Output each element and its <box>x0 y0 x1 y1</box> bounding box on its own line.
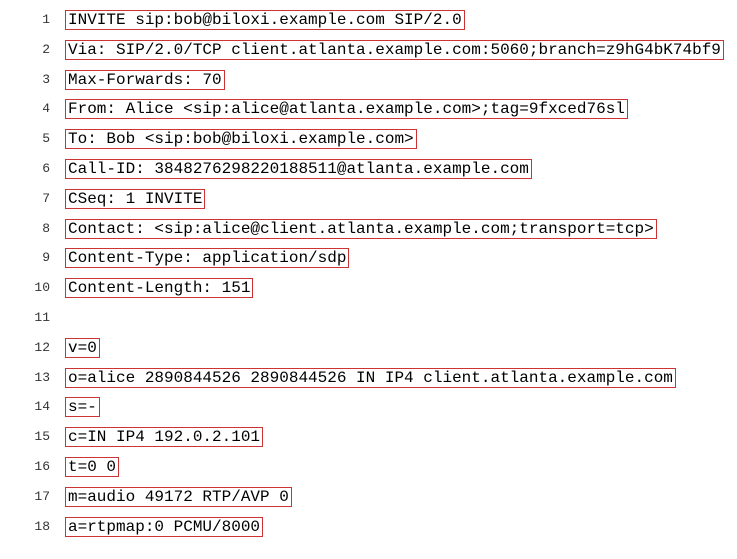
line-number: 1 <box>20 10 50 29</box>
line-content: o=alice 2890844526 2890844526 IN IP4 cli… <box>65 368 675 389</box>
line-number: 9 <box>20 248 50 267</box>
code-line: 1 INVITE sip:bob@biloxi.example.com SIP/2… <box>20 10 717 31</box>
highlighted-text: v=0 <box>65 338 100 358</box>
line-number: 17 <box>20 487 50 506</box>
code-line: 4 From: Alice <sip:alice@atlanta.example.… <box>20 99 717 120</box>
line-content: INVITE sip:bob@biloxi.example.com SIP/2.… <box>65 10 464 31</box>
line-content: Contact: <sip:alice@client.atlanta.examp… <box>65 219 656 240</box>
code-line: 11 <box>20 308 717 329</box>
line-content: m=audio 49172 RTP/AVP 0 <box>65 487 291 508</box>
highlighted-text: Content-Length: 151 <box>65 278 253 298</box>
code-line: 17 m=audio 49172 RTP/AVP 0 <box>20 487 717 508</box>
line-content: Max-Forwards: 70 <box>65 70 224 91</box>
line-content: c=IN IP4 192.0.2.101 <box>65 427 262 448</box>
line-content: Content-Type: application/sdp <box>65 248 348 269</box>
highlighted-text: Call-ID: 3848276298220188511@atlanta.exa… <box>65 159 532 179</box>
line-number: 4 <box>20 99 50 118</box>
highlighted-text: Contact: <sip:alice@client.atlanta.examp… <box>65 219 657 239</box>
highlighted-text: t=0 0 <box>65 457 119 477</box>
line-number: 3 <box>20 70 50 89</box>
line-number: 12 <box>20 338 50 357</box>
code-line: 2Via: SIP/2.0/TCP client.atlanta.example… <box>20 40 717 61</box>
line-number: 10 <box>20 278 50 297</box>
highlighted-text: s=- <box>65 397 100 417</box>
line-number: 14 <box>20 397 50 416</box>
line-content: v=0 <box>65 338 99 359</box>
highlighted-text: o=alice 2890844526 2890844526 IN IP4 cli… <box>65 368 676 388</box>
line-content: Call-ID: 3848276298220188511@atlanta.exa… <box>65 159 531 180</box>
highlighted-text: Content-Type: application/sdp <box>65 248 349 268</box>
line-number: 7 <box>20 189 50 208</box>
code-line: 12 v=0 <box>20 338 717 359</box>
line-number: 16 <box>20 457 50 476</box>
code-line: 5 To: Bob <sip:bob@biloxi.example.com> <box>20 129 717 150</box>
line-number: 2 <box>20 40 50 59</box>
line-content: s=- <box>65 397 99 418</box>
highlighted-text: a=rtpmap:0 PCMU/8000 <box>65 517 263 537</box>
line-content: t=0 0 <box>65 457 118 478</box>
highlighted-text: INVITE sip:bob@biloxi.example.com SIP/2.… <box>65 10 465 30</box>
code-line: 3 Max-Forwards: 70 <box>20 70 717 91</box>
code-line: 7 CSeq: 1 INVITE <box>20 189 717 210</box>
sip-message-listing: 1 INVITE sip:bob@biloxi.example.com SIP/2… <box>20 10 717 537</box>
highlighted-text: From: Alice <sip:alice@atlanta.example.c… <box>65 99 628 119</box>
highlighted-text: To: Bob <sip:bob@biloxi.example.com> <box>65 129 417 149</box>
line-content: a=rtpmap:0 PCMU/8000 <box>65 517 262 538</box>
highlighted-text: c=IN IP4 192.0.2.101 <box>65 427 263 447</box>
code-line: 16 t=0 0 <box>20 457 717 478</box>
highlighted-text: CSeq: 1 INVITE <box>65 189 205 209</box>
code-line: 9 Content-Type: application/sdp <box>20 248 717 269</box>
line-content: CSeq: 1 INVITE <box>65 189 204 210</box>
code-line: 10 Content-Length: 151 <box>20 278 717 299</box>
line-number: 13 <box>20 368 50 387</box>
code-line: 14 s=- <box>20 397 717 418</box>
line-number: 15 <box>20 427 50 446</box>
code-line: 15 c=IN IP4 192.0.2.101 <box>20 427 717 448</box>
line-content: From: Alice <sip:alice@atlanta.example.c… <box>65 99 627 120</box>
line-content: Content-Length: 151 <box>65 278 252 299</box>
line-content: Via: SIP/2.0/TCP client.atlanta.example.… <box>65 40 723 61</box>
highlighted-text: Via: SIP/2.0/TCP client.atlanta.example.… <box>65 40 724 60</box>
code-line: 18 a=rtpmap:0 PCMU/8000 <box>20 517 717 538</box>
highlighted-text: m=audio 49172 RTP/AVP 0 <box>65 487 292 507</box>
highlighted-text: Max-Forwards: 70 <box>65 70 225 90</box>
line-number: 6 <box>20 159 50 178</box>
code-line: 6 Call-ID: 3848276298220188511@atlanta.ex… <box>20 159 717 180</box>
line-number: 11 <box>20 308 50 327</box>
line-number: 18 <box>20 517 50 536</box>
line-content: To: Bob <sip:bob@biloxi.example.com> <box>65 129 416 150</box>
line-number: 5 <box>20 129 50 148</box>
line-number: 8 <box>20 219 50 238</box>
code-line: 8 Contact: <sip:alice@client.atlanta.exam… <box>20 219 717 240</box>
code-line: 13 o=alice 2890844526 2890844526 IN IP4 c… <box>20 368 717 389</box>
